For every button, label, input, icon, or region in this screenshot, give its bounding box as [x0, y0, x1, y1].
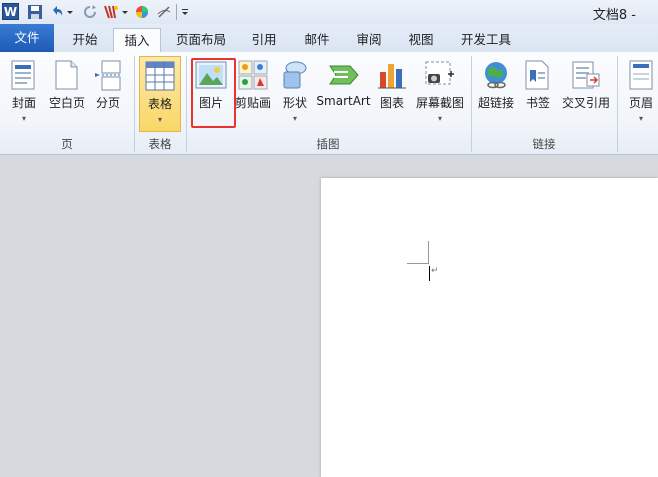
blank-page-label: 空白页: [48, 96, 85, 110]
smartart-label: SmartArt: [316, 94, 371, 108]
page-break-button[interactable]: 分页: [91, 56, 125, 132]
tab-view[interactable]: 视图: [399, 28, 443, 52]
save-icon[interactable]: [27, 4, 43, 20]
document-page[interactable]: [321, 178, 658, 477]
tab-developer[interactable]: 开发工具: [453, 28, 519, 52]
page-break-icon: [95, 60, 121, 91]
table-dropdown-icon: ▾: [157, 115, 162, 124]
clipart-icon: [238, 60, 268, 90]
ribbon-tabs: 文件 开始 插入 页面布局 引用 邮件 审阅 视图 开发工具: [0, 24, 658, 57]
text-cursor: [429, 266, 430, 281]
cover-page-label: 封面: [11, 96, 36, 110]
hyperlink-button[interactable]: 超链接: [476, 56, 516, 132]
tab-file[interactable]: 文件: [0, 24, 54, 52]
tab-page-layout[interactable]: 页面布局: [168, 28, 234, 52]
group-label-illustrations: 插图: [316, 137, 340, 151]
cross-reference-icon: [572, 61, 600, 89]
undo-dropdown-icon[interactable]: [66, 4, 74, 20]
table-label: 表格: [147, 97, 172, 111]
shapes-icon: [283, 61, 307, 89]
bookmark-icon: [525, 60, 549, 90]
shapes-label: 形状: [282, 96, 307, 110]
eraser-icon[interactable]: [156, 4, 172, 20]
qat-separator: [176, 4, 177, 20]
undo-icon[interactable]: [49, 4, 65, 20]
chart-button[interactable]: 图表: [376, 56, 408, 132]
blank-page-icon: [55, 60, 78, 90]
screenshot-icon: [425, 61, 454, 85]
window-title: 文档8 -: [592, 8, 636, 23]
clipart-label: 剪贴画: [234, 96, 271, 110]
tab-mailings[interactable]: 邮件: [295, 28, 339, 52]
smartart-icon: [328, 65, 359, 85]
blank-page-button[interactable]: 空白页: [45, 56, 89, 132]
bookmark-label: 书签: [525, 96, 550, 110]
group-label-tables: 表格: [148, 137, 172, 151]
color-wheel-icon[interactable]: [134, 4, 150, 20]
ribbon: 封面 ▾ 空白页 分页 页 表格 ▾ 表格 图片 剪贴画 形状 ▾ SmartA…: [0, 52, 658, 155]
tab-review[interactable]: 审阅: [347, 28, 391, 52]
format-painter-icon[interactable]: [103, 4, 119, 20]
screenshot-button[interactable]: 屏幕截图 ▾: [413, 56, 467, 132]
hyperlink-label: 超链接: [477, 96, 514, 110]
painter-dropdown-icon[interactable]: [121, 4, 129, 20]
header-dropdown-icon: ▾: [638, 114, 643, 123]
table-icon: [145, 61, 175, 91]
tab-references[interactable]: 引用: [242, 28, 286, 52]
bookmark-button[interactable]: 书签: [522, 56, 554, 132]
page-break-label: 分页: [95, 96, 120, 110]
tab-home[interactable]: 开始: [62, 28, 108, 52]
globe-link-icon: [485, 62, 507, 89]
cross-reference-button[interactable]: 交叉引用: [560, 56, 612, 132]
table-button[interactable]: 表格 ▾: [139, 56, 181, 132]
screenshot-dropdown-icon: ▾: [437, 114, 442, 123]
header-icon: [629, 60, 653, 90]
chart-label: 图表: [379, 96, 404, 110]
shapes-dropdown-icon: ▾: [292, 114, 297, 123]
customize-qat-icon[interactable]: [180, 4, 190, 20]
quick-access-toolbar: W 文档8 -: [0, 0, 658, 24]
shapes-button[interactable]: 形状 ▾: [277, 56, 313, 132]
paragraph-mark: ↵: [431, 266, 439, 276]
word-app-icon[interactable]: W: [2, 3, 19, 20]
screenshot-label: 屏幕截图: [415, 96, 464, 110]
cross-reference-label: 交叉引用: [561, 96, 610, 110]
margin-crop-mark: [428, 241, 429, 263]
clipart-button[interactable]: 剪贴画: [234, 56, 272, 132]
header-label: 页眉: [628, 96, 653, 110]
redo-icon[interactable]: [82, 4, 98, 20]
header-button[interactable]: 页眉 ▾: [624, 56, 658, 132]
group-label-links: 链接: [532, 137, 556, 151]
picture-callout-highlight: [191, 58, 236, 128]
group-separator: [617, 56, 618, 152]
smartart-button[interactable]: SmartArt: [316, 56, 371, 132]
margin-crop-mark: [407, 263, 429, 264]
group-label-pages: 页: [61, 137, 73, 151]
chart-icon: [378, 64, 406, 89]
cover-dropdown-icon: ▾: [21, 114, 26, 123]
cover-page-button[interactable]: 封面 ▾: [6, 56, 42, 132]
cover-page-icon: [11, 60, 35, 90]
